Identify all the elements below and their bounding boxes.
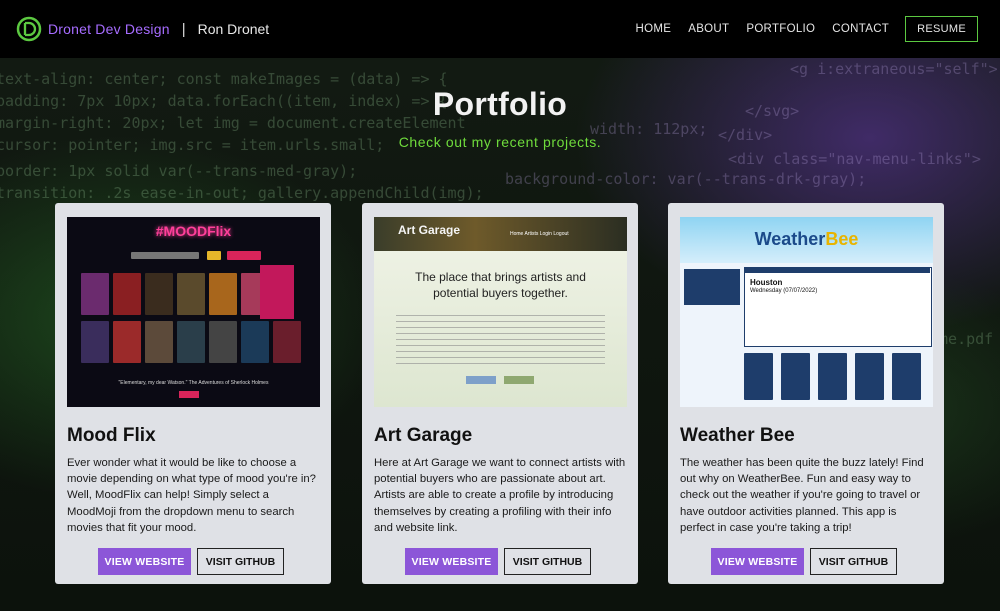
project-card-art-garage: Art Garage Home Artists Login Logout The… (362, 203, 638, 584)
nav-about[interactable]: ABOUT (688, 23, 729, 35)
project-description: Ever wonder what it would be like to cho… (67, 457, 316, 534)
preview-logo: Art Garage (398, 223, 461, 237)
resume-button[interactable]: RESUME (905, 16, 978, 42)
preview-button (504, 376, 534, 384)
nav-menu: HOME ABOUT PORTFOLIO CONTACT RESUME (619, 16, 978, 42)
nav-portfolio[interactable]: PORTFOLIO (746, 23, 815, 35)
preview-panel-strip (744, 267, 930, 273)
forecast-day-card (781, 353, 810, 400)
project-preview-image[interactable]: WeatherBee Houston Wednesday (07/07/2022… (680, 217, 933, 407)
project-preview-image[interactable]: Art Garage Home Artists Login Logout The… (374, 217, 627, 407)
background-code-line: transition: .2s ease-in-out; gallery.app… (0, 184, 484, 202)
nav-contact[interactable]: CONTACT (832, 23, 889, 35)
preview-logo-weather: Weather (754, 229, 826, 249)
project-title: Art Garage (374, 425, 473, 446)
visit-github-button[interactable]: VISIT GITHUB (810, 548, 897, 575)
preview-info-panel (260, 265, 294, 319)
preview-search-bar (131, 252, 199, 259)
movie-poster (273, 321, 301, 363)
preview-search-panel (684, 269, 740, 305)
movie-poster (113, 273, 141, 315)
preview-button (179, 391, 199, 398)
movie-poster (177, 321, 205, 363)
view-website-button[interactable]: VIEW WEBSITE (98, 548, 191, 575)
nav-home[interactable]: HOME (636, 23, 672, 35)
visit-github-button[interactable]: VISIT GITHUB (197, 548, 284, 575)
movie-poster (145, 273, 173, 315)
project-title: Weather Bee (680, 425, 795, 446)
preview-moodmoji (207, 251, 221, 260)
movie-poster (209, 273, 237, 315)
movie-poster (81, 321, 109, 363)
brand-separator: | (181, 20, 186, 38)
movie-poster (145, 321, 173, 363)
preview-nav: Home Artists Login Logout (510, 231, 569, 237)
movie-poster (113, 321, 141, 363)
view-website-button[interactable]: VIEW WEBSITE (711, 548, 804, 575)
background-code-line: <g i:extraneous="self"> (790, 60, 998, 78)
project-description: Here at Art Garage we want to connect ar… (374, 457, 626, 534)
movie-poster (177, 273, 205, 315)
background-code-line: background-color: var(--trans-drk-gray); (505, 170, 867, 188)
preview-date: Wednesday (07/07/2022) (750, 288, 818, 294)
project-title: Mood Flix (67, 425, 156, 446)
preview-search-button (227, 251, 261, 260)
movie-poster (209, 321, 237, 363)
project-preview-image[interactable]: #MOODFlix "Elementary, my dear Watson." … (67, 217, 320, 407)
view-website-button[interactable]: VIEW WEBSITE (405, 548, 498, 575)
forecast-day-card (855, 353, 884, 400)
forecast-day-card (818, 353, 847, 400)
forecast-day-card (892, 353, 921, 400)
project-card-weather-bee: WeatherBee Houston Wednesday (07/07/2022… (668, 203, 944, 584)
preview-headline: The place that brings artists and potent… (415, 270, 586, 300)
owner-name: Ron Dronet (197, 21, 270, 37)
preview-city: Houston (750, 278, 783, 287)
page-subtitle: Check out my recent projects. (398, 134, 602, 150)
preview-button (466, 376, 496, 384)
preview-logo: #MOODFlix (155, 223, 232, 239)
preview-logo-bee: Bee (825, 229, 859, 249)
background-code-line: border: 1px solid var(--trans-med-gray); (0, 162, 358, 180)
preview-logo: WeatherBee (680, 229, 933, 250)
brand-name[interactable]: Dronet Dev Design (48, 21, 170, 37)
top-navbar: Dronet Dev Design | Ron Dronet HOME ABOU… (0, 0, 1000, 58)
preview-paragraph (396, 315, 605, 367)
preview-quote: "Elementary, my dear Watson." The Advent… (118, 380, 269, 386)
visit-github-button[interactable]: VISIT GITHUB (504, 548, 591, 575)
movie-poster (241, 321, 269, 363)
project-card-mood-flix: #MOODFlix "Elementary, my dear Watson." … (55, 203, 331, 584)
project-description: The weather has been quite the buzz late… (680, 457, 924, 534)
background-code-line: <div class="nav-menu-links"> (728, 150, 981, 168)
forecast-day-card (744, 353, 773, 400)
dronet-logo-icon[interactable] (16, 16, 42, 42)
page-title: Portfolio (432, 86, 568, 122)
movie-poster (81, 273, 109, 315)
